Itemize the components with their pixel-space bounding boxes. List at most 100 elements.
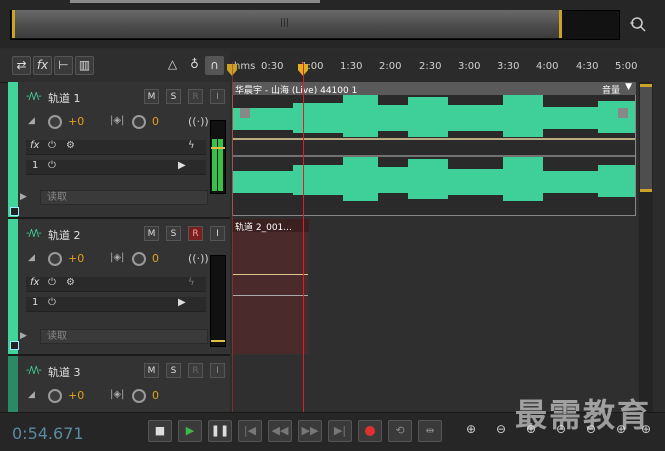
swap-icon[interactable]: ⇄ [12,56,31,75]
expand-arrow-icon[interactable]: ▶ [20,192,27,202]
clip-1-param[interactable]: 音量 [602,83,620,96]
volume-knob[interactable] [48,389,62,403]
snap-icon[interactable]: ∩ [205,56,224,75]
zoom-in-amplitude-icon[interactable]: ⊕ [463,422,479,440]
fx-icon[interactable]: fx [30,140,39,151]
metronome-icon[interactable]: △ [163,56,182,75]
mute-button[interactable]: M [144,226,159,241]
volume-icon: ◢ [28,116,35,126]
rewind-button[interactable]: ◀◀ [268,420,292,442]
playhead[interactable] [303,62,304,412]
track-1-header[interactable]: -/\/\- 轨道 1 M S R I ◢ +0 |◈| 0 ((·)) fx … [8,82,230,219]
pan-value[interactable]: 0 [152,252,159,265]
skip-selection-button[interactable]: ⇹ [418,420,442,442]
fast-forward-button[interactable]: ▶▶ [298,420,322,442]
ruler-label: 4:00 [536,61,559,72]
automation-mode-select[interactable]: 读取 [40,329,208,344]
loop-button[interactable]: ⟲ [388,420,412,442]
rack-icon[interactable]: ⚙ [66,277,75,288]
power-icon[interactable]: ⏻ [48,277,56,288]
mute-button[interactable]: M [144,89,159,104]
level-meter [210,120,226,194]
lightning-icon[interactable]: ϟ [188,277,195,288]
volume-icon: ◢ [28,253,35,263]
volume-knob[interactable] [48,115,62,129]
watermark: 最需教育 [515,396,652,434]
timecode-display[interactable]: 0:54.671 [12,424,84,443]
pan-knob[interactable] [132,115,146,129]
input-monitor-button[interactable]: I [210,363,225,378]
input-monitor-button[interactable]: I [210,89,225,104]
volume-knob[interactable] [48,252,62,266]
solo-button[interactable]: S [166,226,181,241]
track-2-header[interactable]: -/\/\- 轨道 2 M S R I ◢ +0 |◈| 0 ((·)) fx … [8,219,230,356]
time-ruler[interactable]: hms 0:30 1:00 1:30 2:00 2:30 3:00 3:30 4… [230,52,639,80]
waveform [233,95,635,201]
record-arm-button[interactable]: R [188,226,203,241]
zoom-out-amplitude-icon[interactable]: ⊖ [493,422,509,440]
punch-icon[interactable]: ♁ [185,56,204,75]
power-icon[interactable]: ⏻ [48,140,56,151]
volume-value[interactable]: +0 [68,115,84,128]
level-meter [210,255,226,347]
grip-icon[interactable]: ||| [280,18,290,28]
pan-knob[interactable] [132,389,146,403]
fx-slot[interactable]: 1 ⏻ ▶ [26,160,206,175]
ruler-label: 2:30 [419,61,442,72]
audio-clip-1[interactable] [232,82,636,216]
automation-mode-select[interactable]: 读取 [40,190,208,205]
volume-value[interactable]: +0 [68,389,84,402]
expand-arrow-icon[interactable]: ▶ [20,331,27,341]
track-3-header[interactable]: -/\/\- 轨道 3 M S R I ◢ +0 |◈| 0 [8,356,230,412]
sends-icon[interactable]: ⊢ [54,56,73,75]
vertical-scroll-thumb[interactable] [640,84,652,192]
start-line [232,62,233,412]
waveform-icon: -/\/\- [26,365,42,376]
record-arm-button[interactable]: R [188,363,203,378]
lightning-icon[interactable]: ϟ [188,140,195,151]
skip-start-button[interactable]: |◀ [238,420,262,442]
eq-icon[interactable]: ▥ [75,56,94,75]
volume-value[interactable]: +0 [68,252,84,265]
fade-out-handle[interactable] [618,108,628,118]
track-name[interactable]: 轨道 3 [48,364,81,380]
pan-value[interactable]: 0 [152,389,159,402]
power-icon[interactable]: ⏻ [48,160,56,171]
clip-1-header[interactable]: 华晨宇 - 山海 (Live) 44100 1 音量 ▼ [232,82,636,96]
record-arm-button[interactable]: R [188,89,203,104]
solo-button[interactable]: S [166,89,181,104]
track-select-box[interactable] [10,207,19,216]
output-icon[interactable]: ((·)) [188,252,209,265]
dropdown-arrow-icon[interactable]: ▼ [625,82,632,92]
track-select-box[interactable] [10,341,19,350]
pan-icon: |◈| [110,252,125,263]
ruler-label: 5:00 [615,61,638,72]
track-name[interactable]: 轨道 2 [48,227,81,243]
play-arrow-icon[interactable]: ▶ [178,160,186,171]
audio-clip-2[interactable] [232,219,309,355]
input-monitor-button[interactable]: I [210,226,225,241]
track-name[interactable]: 轨道 1 [48,90,81,106]
ruler-label: 1:30 [340,61,363,72]
solo-button[interactable]: S [166,363,181,378]
rack-icon[interactable]: ⚙ [66,140,75,151]
zoom-navigator-icon[interactable] [628,14,648,34]
play-button[interactable]: ▶ [178,420,202,442]
ruler-label: 2:00 [379,61,402,72]
fade-in-handle[interactable] [240,108,250,118]
skip-end-button[interactable]: ▶| [328,420,352,442]
fx-icon[interactable]: fx [30,277,39,288]
play-arrow-icon[interactable]: ▶ [178,297,186,308]
clip-2-header[interactable]: 轨道 2_001... [232,219,309,233]
pan-knob[interactable] [132,252,146,266]
power-icon[interactable]: ⏻ [48,297,56,308]
pan-value[interactable]: 0 [152,115,159,128]
pan-icon: |◈| [110,389,125,400]
fx-icon[interactable]: fx [33,56,52,75]
pause-button[interactable]: ❚❚ [208,420,232,442]
output-icon[interactable]: ((·)) [188,115,209,128]
fx-slot[interactable]: 1 ⏻ ▶ [26,297,206,312]
record-button[interactable] [358,420,382,442]
stop-button[interactable]: ■ [148,420,172,442]
mute-button[interactable]: M [144,363,159,378]
